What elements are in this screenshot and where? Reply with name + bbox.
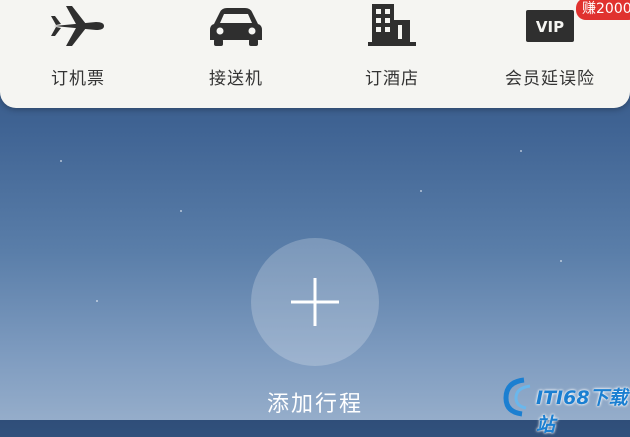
watermark-logo-icon: [503, 377, 531, 417]
book-flight-label: 订机票: [51, 69, 105, 89]
svg-text:VIP: VIP: [536, 18, 564, 36]
delay-insurance-label: 会员延误险: [505, 69, 595, 89]
car-icon: [206, 2, 266, 48]
airport-transfer-label: 接送机: [209, 69, 263, 89]
book-hotel-button[interactable]: 订酒店: [332, 0, 452, 108]
watermark: ITI68下载站: [500, 374, 628, 436]
add-trip-button[interactable]: [251, 238, 379, 366]
vip-card-icon: VIP: [520, 2, 580, 48]
delay-insurance-button[interactable]: VIP 赚2000 会员延误险: [490, 0, 630, 108]
airport-transfer-button[interactable]: 接送机: [176, 0, 296, 108]
book-flight-button[interactable]: 订机票: [18, 0, 138, 108]
watermark-text: ITI68下载站: [536, 387, 628, 436]
plus-icon: [291, 278, 339, 326]
reward-badge: 赚2000: [576, 0, 630, 20]
add-trip-label: 添加行程: [266, 392, 363, 417]
hotel-building-icon: [362, 2, 422, 48]
book-hotel-label: 订酒店: [365, 69, 419, 89]
service-panel: 订机票 接送机 订酒店 VIP 赚2000 会员延误险: [0, 0, 630, 108]
airplane-icon: [48, 2, 108, 48]
